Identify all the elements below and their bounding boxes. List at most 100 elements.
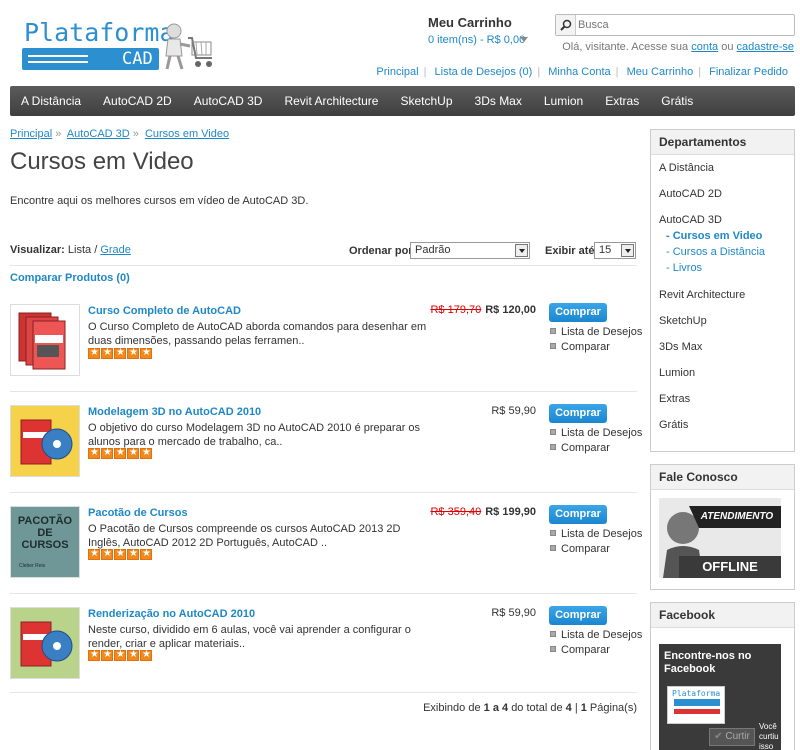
top-links: Principal | Lista de Desejos (0) | Minha C… [376,66,788,78]
product-price: R$ 359,40 R$ 199,90 [430,506,536,518]
top-link-checkout[interactable]: Finalizar Pedido [709,66,788,78]
product-price: R$ 179,70 R$ 120,00 [430,304,536,316]
facebook-widget-title: Encontre-nos no Facebook [664,650,752,675]
view-mode-grid[interactable]: Grade [100,244,131,256]
product-name[interactable]: Modelagem 3D no AutoCAD 2010 [88,406,261,418]
breadcrumb-autocad-3d[interactable]: AutoCAD 3D [67,128,130,140]
register-link[interactable]: cadastre-se [737,41,794,53]
search-button[interactable] [556,15,576,35]
product-item: Modelagem 3D no AutoCAD 2010 O objetivo … [10,403,642,493]
product-description: O Pacotão de Cursos compreende os cursos… [88,523,401,549]
bullet-icon [550,429,556,435]
logo-text-bottom: CAD [122,49,153,69]
compare-products-link[interactable]: Comparar Produtos (0) [10,272,130,284]
top-link-wishlist[interactable]: Lista de Desejos (0) [435,66,533,78]
star-icon [114,447,126,459]
check-icon: ✔ [714,731,723,742]
top-link-account[interactable]: Minha Conta [548,66,610,78]
dept-revit[interactable]: Revit Architecture [651,289,745,301]
product-thumbnail[interactable]: PACOTÃO DE CURSOS Cleber Reis [10,506,80,578]
cart-summary[interactable]: 0 item(ns) - R$ 0,00 [428,34,525,46]
dept-sketchup[interactable]: SketchUp [651,315,707,327]
nav-item-3ds-max[interactable]: 3Ds Max [464,86,533,116]
support-offline-banner[interactable]: ATENDIMENTO OFFLINE [659,498,781,578]
nav-item-lumion[interactable]: Lumion [533,86,594,116]
dept-3ds-max[interactable]: 3Ds Max [651,341,702,353]
rating-stars [88,347,152,359]
dept-autocad-2d[interactable]: AutoCAD 2D [651,188,722,200]
star-icon [140,548,152,560]
star-icon [114,649,126,661]
facebook-page-thumb[interactable]: Plataforma [667,686,725,724]
star-icon [88,649,100,661]
contact-title: Fale Conosco [651,465,794,490]
buy-button[interactable]: Comprar [549,303,607,322]
product-description: Neste curso, dividido em 6 aulas, você v… [88,624,411,650]
nav-item-a-distancia[interactable]: A Distância [10,86,92,116]
dept-lumion[interactable]: Lumion [651,367,695,379]
nav-item-extras[interactable]: Extras [594,86,650,116]
search-input[interactable] [578,16,790,34]
add-to-wishlist-link[interactable]: Lista de Desejos [550,528,642,540]
dept-gratis[interactable]: Grátis [651,419,688,431]
star-icon [140,347,152,359]
product-name[interactable]: Pacotão de Cursos [88,507,188,519]
add-to-wishlist-link[interactable]: Lista de Desejos [550,629,642,641]
add-to-wishlist-link[interactable]: Lista de Desejos [550,326,642,338]
cart-mascot-icon [165,23,212,70]
site-logo[interactable]: Plataforma CAD [22,18,212,74]
top-link-cart[interactable]: Meu Carrinho [627,66,694,78]
breadcrumb-current[interactable]: Cursos em Video [145,128,229,140]
dept-autocad-3d[interactable]: AutoCAD 3D [651,214,722,226]
buy-button[interactable]: Comprar [549,404,607,423]
product-thumbnail[interactable] [10,607,80,679]
star-icon [127,548,139,560]
add-to-wishlist-link[interactable]: Lista de Desejos [550,427,642,439]
product-name[interactable]: Curso Completo de AutoCAD [88,305,241,317]
product-name[interactable]: Renderização no AutoCAD 2010 [88,608,255,620]
product-thumbnail[interactable] [10,405,80,477]
dept-extras[interactable]: Extras [651,393,690,405]
contact-box: Fale Conosco ATENDIMENTO OFFLINE [650,464,795,590]
search-box [555,14,795,36]
dept-a-distancia[interactable]: A Distância [651,162,714,174]
banner-text-bottom: OFFLINE [679,556,781,578]
departments-title: Departamentos [651,130,794,155]
add-to-compare-link[interactable]: Comparar [550,543,610,555]
rating-stars [88,447,152,459]
page-title: Cursos em Video [10,148,194,175]
buy-button[interactable]: Comprar [549,606,607,625]
pagination-summary: Exibindo de 1 a 4 do total de 4 | 1 Pági… [423,702,637,714]
nav-item-revit[interactable]: Revit Architecture [273,86,389,116]
product-item: PACOTÃO DE CURSOS Cleber Reis Pacotão de… [10,504,642,594]
facebook-like-button[interactable]: ✔ Curtir [709,728,755,746]
nav-item-autocad-3d[interactable]: AutoCAD 3D [183,86,274,116]
subdept-cursos-distancia[interactable]: - Cursos a Distância [651,246,765,258]
breadcrumb-home[interactable]: Principal [10,128,52,140]
nav-item-autocad-2d[interactable]: AutoCAD 2D [92,86,183,116]
facebook-widget: Encontre-nos no Facebook Plataforma ✔ Cu… [659,644,781,750]
star-icon [88,447,100,459]
bullet-icon [550,444,556,450]
dropdown-arrow-icon [621,244,634,257]
bullet-icon [550,530,556,536]
buy-button[interactable]: Comprar [549,505,607,524]
order-select[interactable]: Padrão [410,242,530,259]
category-description: Encontre aqui os melhores cursos em víde… [10,195,309,207]
add-to-compare-link[interactable]: Comparar [550,644,610,656]
subdept-cursos-video[interactable]: - Cursos em Video [651,230,762,242]
account-link[interactable]: conta [691,41,718,53]
add-to-compare-link[interactable]: Comparar [550,442,610,454]
cart-title[interactable]: Meu Carrinho [428,15,512,30]
product-thumbnail[interactable] [10,304,80,376]
top-link-home[interactable]: Principal [376,66,418,78]
search-icon [560,19,572,31]
star-icon [88,548,100,560]
subdept-livros[interactable]: - Livros [651,262,702,274]
chevron-down-icon[interactable] [520,37,528,42]
limit-select[interactable]: 15 [594,242,636,259]
star-icon [140,649,152,661]
add-to-compare-link[interactable]: Comparar [550,341,610,353]
nav-item-gratis[interactable]: Grátis [650,86,704,116]
nav-item-sketchup[interactable]: SketchUp [389,86,463,116]
